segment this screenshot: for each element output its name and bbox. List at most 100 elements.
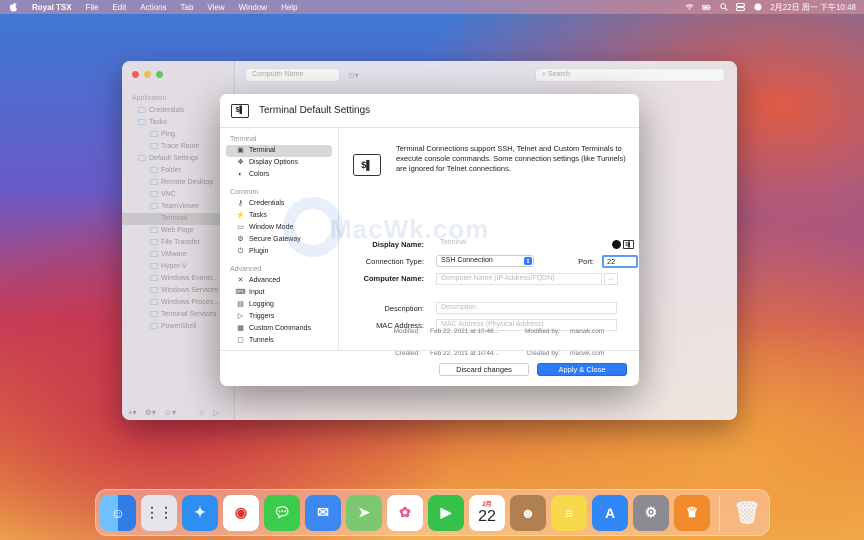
status-icon[interactable]: ☺▾ (164, 408, 176, 417)
menu-file[interactable]: File (86, 3, 99, 12)
spotlight-icon[interactable] (719, 3, 728, 11)
tree-item[interactable]: PowerShell (122, 321, 235, 333)
system-preferences-icon[interactable]: ⚙ (633, 494, 669, 531)
messages-icon[interactable]: 💬︎ (264, 494, 300, 531)
vmware-icon (150, 251, 158, 258)
maps-icon[interactable]: ➤ (346, 494, 382, 531)
tree-item[interactable]: Trace Route (122, 141, 235, 153)
tree-item[interactable]: VNC (122, 189, 235, 201)
trash-icon[interactable]: 🗑︎ (729, 495, 765, 531)
discard-changes-button[interactable]: Discard changes (439, 363, 529, 376)
navigation-tree: Application Credentials Tasks Ping Trace… (122, 93, 235, 333)
terminal-icon: ▣ (237, 147, 244, 154)
minimize-window-button[interactable] (144, 71, 151, 78)
apply-close-button[interactable]: Apply & Close (537, 363, 627, 376)
description-input[interactable]: Description (436, 302, 617, 314)
info-description: Terminal Connections support SSH, Telnet… (396, 144, 626, 173)
menu-edit[interactable]: Edit (112, 3, 126, 12)
chrome-icon[interactable]: ◉ (223, 494, 259, 531)
dialog-footer: Discard changes Apply & Close (220, 350, 639, 386)
search-input[interactable]: ⌕ Search (535, 68, 725, 82)
tree-item[interactable]: Tasks (122, 117, 235, 129)
sidebar-item-colors[interactable]: ◐ Colors (226, 169, 332, 181)
port-input[interactable]: 22 (602, 255, 638, 268)
teamviewer-icon (150, 203, 158, 210)
tree-item[interactable]: Application (122, 93, 235, 105)
folder-icon (138, 107, 146, 114)
sidebar-item-logging[interactable]: ▤ Logging (226, 299, 332, 311)
add-icon[interactable]: +▾ (128, 408, 137, 417)
close-window-button[interactable] (132, 71, 139, 78)
tree-item-selected[interactable]: Terminal (122, 213, 235, 225)
royal-tsx-icon[interactable]: ♛ (674, 494, 710, 531)
zoom-window-button[interactable] (156, 71, 163, 78)
tree-item[interactable]: File Transfer (122, 237, 235, 249)
play-icon[interactable]: ▷ (213, 408, 219, 417)
gear-icon[interactable]: ⚙▾ (145, 408, 156, 417)
computer-name-input[interactable]: Computer Name (IP Address/FQDN) (436, 273, 602, 285)
watermark-text: MacWk.com (330, 214, 490, 244)
tree-item[interactable]: Default Settings (122, 153, 235, 165)
control-center-icon[interactable] (736, 3, 746, 11)
computer-name-label: Computer Name: (363, 274, 424, 283)
menu-app-name[interactable]: Royal TSX (32, 3, 72, 12)
sidebar-item-advanced[interactable]: ✕ Advanced (226, 275, 332, 287)
menu-window[interactable]: Window (239, 3, 267, 12)
computer-name-combo[interactable]: Computer Name (245, 68, 340, 82)
menu-clock[interactable]: 2月22日 周一 下午10:48 (770, 2, 856, 13)
menu-view[interactable]: View (207, 3, 224, 12)
sidebar-group-terminal: Terminal (230, 136, 257, 143)
tree-item[interactable]: Web Page (122, 225, 235, 237)
battery-icon[interactable] (702, 3, 711, 11)
sidebar-group-common: Common (230, 189, 259, 196)
connection-type-select[interactable]: SSH Connection ⇕ (436, 255, 534, 267)
sidebar-item-display-options[interactable]: ✥ Display Options (226, 157, 332, 169)
chevron-updown-icon: ⇕ (524, 257, 532, 265)
contacts-icon[interactable]: ☻ (510, 494, 546, 531)
tree-item[interactable]: TeamViewer (122, 201, 235, 213)
sidebar-item-triggers[interactable]: ▷ Triggers (226, 311, 332, 323)
siri-icon[interactable] (753, 3, 762, 11)
task-icon (150, 131, 158, 138)
star-icon[interactable]: ☆ (198, 408, 205, 417)
tree-item[interactable]: Windows Proces... (122, 297, 235, 309)
photos-icon[interactable]: ✿ (387, 494, 423, 531)
vnc-icon (150, 191, 158, 198)
tree-item[interactable]: Credentials (122, 105, 235, 117)
tree-item[interactable]: Ping (122, 129, 235, 141)
tree-item[interactable]: Terminal Services (122, 309, 235, 321)
tree-item[interactable]: Windows Events... (122, 273, 235, 285)
menu-tab[interactable]: Tab (181, 3, 194, 12)
sidebar-item-custom-commands[interactable]: ▦ Custom Commands (226, 323, 332, 335)
display-name-mode-toggle[interactable]: $▌ (612, 239, 636, 250)
tree-item[interactable]: Folder (122, 165, 235, 177)
tree-item[interactable]: Windows Services (122, 285, 235, 297)
terminal-small-icon: $▌ (623, 240, 634, 249)
menu-actions[interactable]: Actions (140, 3, 166, 12)
terminal-icon: $▌ (231, 103, 249, 118)
apple-menu-icon[interactable] (8, 2, 18, 12)
safari-icon[interactable]: ✦ (182, 494, 218, 531)
tree-item[interactable]: VMware (122, 249, 235, 261)
tree-item[interactable]: Remote Desktop (122, 177, 235, 189)
facetime-icon[interactable]: ▶ (428, 494, 464, 531)
finder-icon[interactable]: ☺ (100, 494, 136, 531)
notes-icon[interactable]: ≡ (551, 494, 587, 531)
sidebar-item-input[interactable]: ⌨ Input (226, 287, 332, 299)
browse-computer-button[interactable]: ... (604, 273, 618, 285)
app-store-icon[interactable]: A (592, 494, 628, 531)
modified-by-label: Modified by: (524, 328, 560, 335)
wifi-icon[interactable] (685, 3, 694, 11)
menu-help[interactable]: Help (281, 3, 297, 12)
powershell-icon (150, 323, 158, 330)
mail-icon[interactable]: ✉ (305, 494, 341, 531)
calendar-icon[interactable]: 2月 22 (469, 494, 505, 531)
sidebar-item-terminal[interactable]: ▣ Terminal (226, 145, 332, 157)
connect-icon[interactable]: ⊙▾ (348, 71, 359, 80)
tree-item[interactable]: Hyper-V (122, 261, 235, 273)
windows-processes-icon (150, 299, 158, 306)
sidebar-item-tunnels[interactable]: ▢ Tunnels (226, 335, 332, 347)
tasks-icon: ⚡ (236, 212, 245, 219)
launchpad-icon[interactable]: ⋮⋮ (141, 494, 177, 531)
terminal-services-icon (150, 311, 158, 318)
